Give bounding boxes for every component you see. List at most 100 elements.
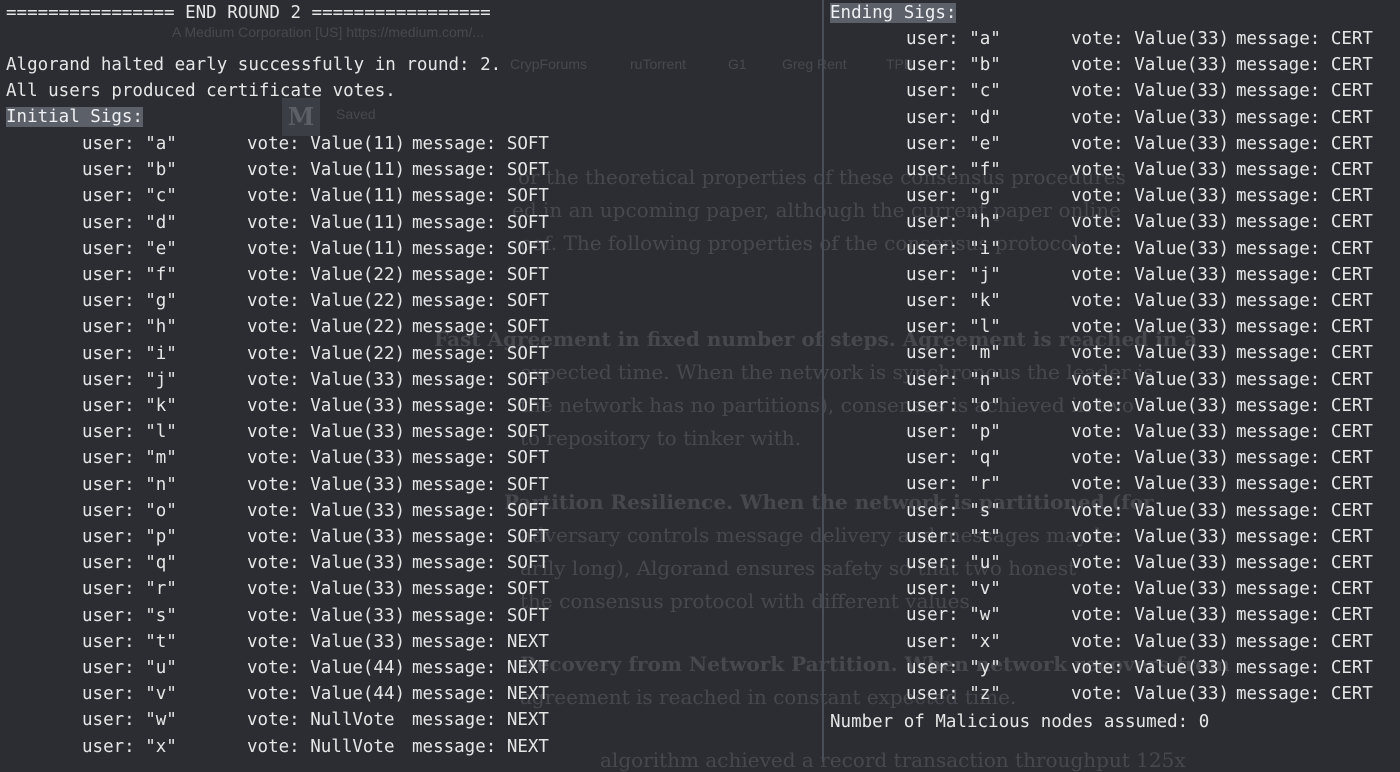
sig-row: user: "l" vote: Value(33) message: SOFT (0, 419, 822, 445)
sig-vote: vote: Value(33) (1071, 395, 1230, 416)
sig-user: user: "p" (82, 527, 177, 547)
sig-vote: vote: Value(33) (247, 605, 406, 626)
round-banner: ================ END ROUND 2 ===========… (6, 3, 491, 23)
sig-user: user: "u" (82, 658, 177, 678)
sig-user: user: "f" (906, 160, 1001, 180)
sig-row: user: "n" vote: Value(33) message: SOFT (0, 472, 822, 498)
sig-user: user: "c" (82, 186, 177, 207)
sig-message: message: SOFT (412, 134, 549, 154)
sig-message: message: CERT (1236, 369, 1373, 390)
sig-row: user: "i" vote: Value(22) message: SOFT (0, 341, 822, 367)
sig-vote: vote: Value(11) (247, 160, 406, 181)
sig-user: user: "q" (82, 553, 177, 574)
sig-row: user: "p" vote: Value(33) message: SOFT (0, 524, 822, 550)
sig-row: user: "z" vote: Value(33) message: CERT (824, 681, 1400, 707)
sig-vote: vote: Value(33) (247, 396, 406, 416)
sig-vote: vote: Value(33) (1071, 684, 1230, 704)
sig-vote: vote: Value(33) (1071, 212, 1230, 233)
sig-user: user: "r" (906, 474, 1001, 495)
sig-row: user: "n" vote: Value(33) message: CERT (824, 367, 1400, 393)
sig-vote: vote: Value(33) (1071, 291, 1230, 311)
sig-vote: vote: Value(22) (247, 291, 406, 312)
sig-vote: vote: NullVote (247, 736, 395, 757)
sig-row: user: "m" vote: Value(33) message: SOFT (0, 445, 822, 471)
sig-row: user: "r" vote: Value(33) message: SOFT (0, 576, 822, 602)
sig-message: message: CERT (1236, 264, 1373, 285)
status-line: Algorand halted early successfully in ro… (6, 55, 502, 75)
sig-user: user: "o" (82, 500, 177, 521)
sig-row: user: "x" vote: Value(33) message: CERT (824, 629, 1400, 655)
sig-row: user: "f" vote: Value(33) message: CERT (824, 157, 1400, 183)
sig-vote: vote: Value(33) (1071, 186, 1230, 207)
sig-vote: vote: Value(44) (247, 658, 406, 678)
sig-user: user: "x" (906, 631, 1001, 652)
sig-vote: vote: Value(33) (1071, 55, 1230, 76)
sig-row: user: "d" vote: Value(33) message: CERT (824, 105, 1400, 131)
sig-row: user: "t" vote: Value(33) message: NEXT (0, 629, 822, 655)
sig-user: user: "n" (906, 369, 1001, 390)
sig-vote: vote: Value(33) (247, 422, 406, 443)
sig-row: user: "b" vote: Value(11) message: SOFT (0, 157, 822, 183)
sig-message: message: SOFT (412, 212, 549, 233)
sig-message: message: CERT (1236, 107, 1373, 128)
sig-message: message: CERT (1236, 343, 1373, 364)
sig-vote: vote: Value(33) (1071, 553, 1230, 573)
sig-user: user: "f" (82, 265, 177, 285)
sig-user: user: "k" (906, 291, 1001, 311)
sig-user: user: "d" (906, 107, 1001, 128)
sig-user: user: "a" (82, 134, 177, 154)
sig-vote: vote: Value(33) (1071, 238, 1230, 259)
sig-vote: vote: Value(33) (247, 579, 406, 600)
sig-row: user: "g" vote: Value(33) message: CERT (824, 183, 1400, 209)
sig-row: user: "r" vote: Value(33) message: CERT (824, 471, 1400, 497)
sig-user: user: "m" (906, 343, 1001, 364)
sig-user: user: "n" (82, 474, 177, 495)
sig-vote: vote: Value(33) (247, 369, 406, 390)
sig-message: message: NEXT (412, 658, 549, 678)
sig-row: user: "q" vote: Value(33) message: SOFT (0, 550, 822, 576)
sig-vote: vote: Value(33) (1071, 317, 1230, 338)
sig-row: user: "g" vote: Value(22) message: SOFT (0, 288, 822, 314)
sig-user: user: "e" (82, 238, 177, 259)
sig-row: user: "q" vote: Value(33) message: CERT (824, 445, 1400, 471)
sig-user: user: "h" (906, 212, 1001, 233)
sig-vote: vote: Value(33) (1071, 369, 1230, 390)
sig-message: message: CERT (1236, 186, 1373, 207)
sig-vote: vote: Value(11) (247, 212, 406, 233)
sig-message: message: SOFT (412, 527, 549, 547)
sig-row: user: "o" vote: Value(33) message: SOFT (0, 498, 822, 524)
sig-vote: vote: Value(11) (247, 134, 406, 154)
sig-vote: vote: Value(33) (1071, 264, 1230, 285)
sig-vote: vote: Value(33) (247, 448, 406, 469)
sig-user: user: "i" (906, 238, 1001, 259)
sig-message: message: CERT (1236, 474, 1373, 495)
sig-row: user: "k" vote: Value(33) message: CERT (824, 288, 1400, 314)
sig-vote: vote: Value(33) (1071, 133, 1230, 154)
sig-vote: vote: Value(22) (247, 343, 406, 364)
sig-row: user: "b" vote: Value(33) message: CERT (824, 52, 1400, 78)
sig-message: message: SOFT (412, 291, 549, 312)
sig-user: user: "l" (906, 317, 1001, 338)
sig-row: user: "l" vote: Value(33) message: CERT (824, 314, 1400, 340)
sig-vote: vote: Value(33) (1071, 160, 1230, 180)
sig-user: user: "r" (82, 579, 177, 600)
terminal-pane-right[interactable]: Ending Sigs: user: "a" vote: Value(33) mes… (824, 0, 1400, 762)
sig-user: user: "i" (82, 343, 177, 364)
sig-user: user: "w" (906, 605, 1001, 626)
sig-row: user: "p" vote: Value(33) message: CERT (824, 419, 1400, 445)
sig-row: user: "h" vote: Value(33) message: CERT (824, 209, 1400, 235)
sig-message: message: CERT (1236, 553, 1373, 573)
sig-row: user: "j" vote: Value(33) message: SOFT (0, 367, 822, 393)
sig-message: message: SOFT (412, 474, 549, 495)
sig-row: user: "d" vote: Value(11) message: SOFT (0, 210, 822, 236)
sig-message: message: SOFT (412, 553, 549, 574)
sig-row: user: "t" vote: Value(33) message: CERT (824, 524, 1400, 550)
sig-message: message: NEXT (412, 684, 549, 705)
sig-message: message: SOFT (412, 396, 549, 416)
sig-message: message: CERT (1236, 160, 1373, 180)
sig-vote: vote: Value(33) (1071, 81, 1230, 102)
sig-message: message: CERT (1236, 81, 1373, 102)
terminal-pane-left[interactable]: ================ END ROUND 2 ===========… (0, 0, 822, 762)
sig-vote: vote: Value(22) (247, 317, 406, 338)
sig-vote: vote: Value(33) (1071, 343, 1230, 364)
